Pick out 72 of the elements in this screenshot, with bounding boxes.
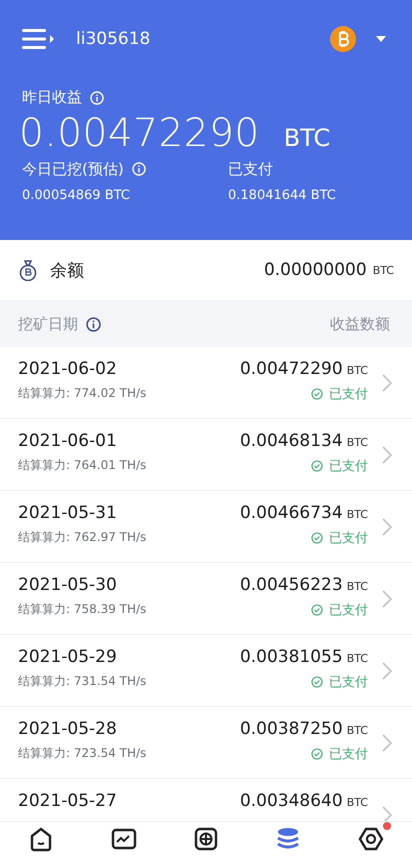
earning-row[interactable]: 2021-05-30 结算算力: 758.39 TH/s 0.00456223 BTC 已支付 xyxy=(0,563,412,635)
paid-label: 已支付 xyxy=(228,160,273,178)
date-text: 2021-06-02 xyxy=(18,359,118,379)
amount-text: 0.00456223 xyxy=(240,575,343,595)
chevron-right-icon xyxy=(382,806,392,821)
chevron-right-icon xyxy=(382,734,392,752)
amount-text: 0.00468134 xyxy=(240,431,343,451)
hashrate-text: 结算算力: 762.97 TH/s xyxy=(18,529,148,546)
date-text: 2021-05-30 xyxy=(18,575,118,595)
amount-text: 0.00387250 xyxy=(240,719,343,739)
amount-text: 0.00466734 xyxy=(240,503,343,523)
username: li305618 xyxy=(76,29,150,49)
chevron-right-icon xyxy=(382,518,392,536)
amount-text: 0.00348640 xyxy=(240,791,343,811)
money-bag-icon xyxy=(18,259,38,281)
today-label: 今日已挖(预估) xyxy=(22,160,124,178)
amount-text: 0.00381055 xyxy=(240,647,343,667)
date-text: 2021-06-01 xyxy=(18,431,118,451)
column-header: 挖矿日期 xyxy=(18,314,78,334)
chevron-right-icon xyxy=(382,590,392,608)
status-text: 已支付 xyxy=(329,746,368,763)
status-text: 已支付 xyxy=(329,602,368,619)
menu-icon[interactable] xyxy=(22,27,56,51)
date-text: 2021-05-29 xyxy=(18,647,118,667)
check-circle-icon xyxy=(311,748,323,760)
today-value: 0.00054869 BTC xyxy=(22,188,131,203)
unit-text: BTC xyxy=(346,364,368,377)
info-icon[interactable] xyxy=(86,316,101,332)
unit-text: BTC xyxy=(346,652,368,665)
yesterday-value: 0.00472290 xyxy=(19,111,260,156)
status-text: 已支付 xyxy=(329,674,368,691)
column-header: 收益数额 xyxy=(330,314,390,334)
balance-value: 0.00000000 xyxy=(264,260,367,280)
status-text: 已支付 xyxy=(329,530,368,547)
chevron-right-icon xyxy=(382,446,392,464)
unit-text: BTC xyxy=(346,796,368,809)
earning-row[interactable]: 2021-06-02 结算算力: 774.02 TH/s 0.00472290 BTC 已支付 xyxy=(0,347,412,419)
paid-value: 0.18041644 BTC xyxy=(228,188,337,203)
check-circle-icon xyxy=(311,388,323,400)
check-circle-icon xyxy=(311,460,323,472)
hashrate-text: 结算算力: 758.39 TH/s xyxy=(18,601,148,618)
date-text: 2021-05-27 xyxy=(18,791,118,811)
settings-icon[interactable] xyxy=(356,826,385,852)
check-circle-icon xyxy=(311,532,323,544)
date-text: 2021-05-31 xyxy=(18,503,118,523)
earning-row[interactable]: 2021-05-29 结算算力: 731.54 TH/s 0.00381055 BTC 已支付 xyxy=(0,635,412,707)
hashrate-text: 结算算力: 731.54 TH/s xyxy=(18,673,148,690)
balance-unit: BTC xyxy=(372,264,394,276)
caret-icon[interactable] xyxy=(376,36,386,42)
unit-text: BTC xyxy=(346,436,368,449)
date-text: 2021-05-28 xyxy=(18,719,118,739)
chart-icon[interactable] xyxy=(110,826,138,852)
yesterday-label: 昨日收益 xyxy=(22,88,82,107)
chevron-right-icon xyxy=(382,374,392,392)
status-text: 已支付 xyxy=(329,458,368,475)
amount-text: 0.00472290 xyxy=(240,359,343,379)
check-circle-icon xyxy=(311,676,323,688)
earning-row[interactable]: 2021-05-28 结算算力: 723.54 TH/s 0.00387250 BTC 已支付 xyxy=(0,707,412,779)
chevron-right-icon xyxy=(382,662,392,680)
unit-text: BTC xyxy=(346,508,368,521)
unit-text: BTC xyxy=(346,724,368,737)
unit-text: BTC xyxy=(346,580,368,593)
check-circle-icon xyxy=(311,604,323,616)
earning-row[interactable]: 2021-05-31 结算算力: 762.97 TH/s 0.00466734 BTC 已支付 xyxy=(0,491,412,563)
coin-icon[interactable] xyxy=(330,26,356,52)
earning-row[interactable]: 2021-06-01 结算算力: 764.01 TH/s 0.00468134 BTC 已支付 xyxy=(0,419,412,491)
hashrate-text: 结算算力: 723.54 TH/s xyxy=(18,745,148,762)
hashrate-text: 结算算力: 774.02 TH/s xyxy=(18,385,148,402)
balance-label: 余额 xyxy=(50,260,84,282)
hashrate-text: 结算算力: 764.01 TH/s xyxy=(18,457,148,474)
yesterday-unit: BTC xyxy=(284,124,330,152)
status-text: 已支付 xyxy=(329,386,368,403)
